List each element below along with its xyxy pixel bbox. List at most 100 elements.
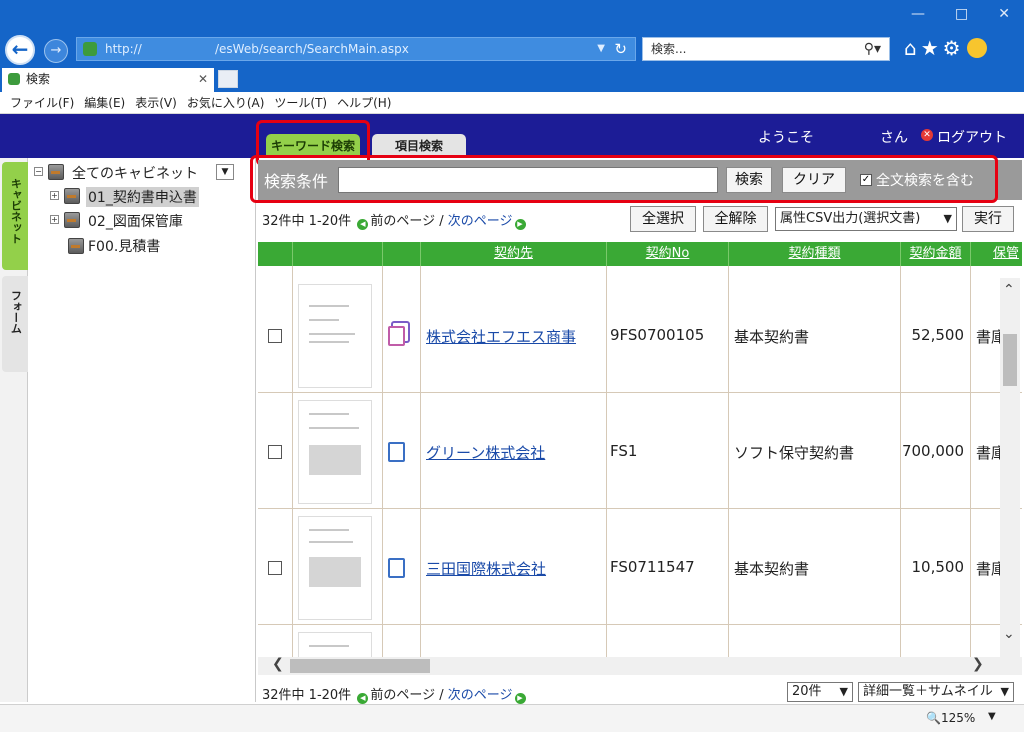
tree-item-estimates[interactable]: F00.見積書 bbox=[88, 236, 160, 256]
row-checkbox[interactable] bbox=[268, 561, 282, 575]
document-thumbnail[interactable] bbox=[298, 632, 372, 658]
menu-edit[interactable]: 編集(E) bbox=[84, 92, 125, 113]
refresh-icon[interactable]: ↻ bbox=[614, 38, 627, 60]
menu-file[interactable]: ファイル(F) bbox=[10, 92, 74, 113]
zoom-dropdown-icon[interactable]: ▼ bbox=[988, 711, 996, 722]
prev-page-icon[interactable]: ◀ bbox=[357, 219, 369, 230]
tree-item-drawings[interactable]: 02_図面保管庫 bbox=[88, 211, 183, 231]
document-thumbnail[interactable] bbox=[298, 284, 372, 388]
next-page-icon[interactable]: ▶ bbox=[514, 693, 526, 704]
tree-root-label[interactable]: 全てのキャビネット bbox=[72, 163, 198, 183]
close-window-icon[interactable]: ✕ bbox=[998, 6, 1010, 22]
browser-tabstrip: 検索 ✕ bbox=[0, 66, 1024, 92]
prev-page-link[interactable]: 前のページ bbox=[370, 214, 435, 229]
scroll-down-icon[interactable]: ⌄ bbox=[1003, 626, 1015, 642]
expand-icon[interactable]: + bbox=[50, 215, 59, 224]
tree-dropdown-icon[interactable]: ▼ bbox=[216, 164, 234, 180]
contract-type: 基本契約書 bbox=[734, 328, 810, 346]
partner-link[interactable]: 株式会社エフエス商事 bbox=[426, 326, 576, 347]
col-partner[interactable]: 契約先 bbox=[420, 242, 606, 266]
col-contract-type[interactable]: 契約種類 bbox=[728, 242, 900, 266]
scroll-up-icon[interactable]: ⌃ bbox=[1003, 282, 1015, 298]
browser-search-placeholder: 検索... bbox=[651, 42, 687, 56]
new-tab-button[interactable] bbox=[218, 70, 238, 88]
prev-page-icon[interactable]: ◀ bbox=[357, 693, 369, 704]
search-button[interactable]: 検索 bbox=[726, 167, 772, 193]
minimize-icon[interactable]: — bbox=[911, 6, 925, 22]
back-arrow-icon[interactable]: ← bbox=[5, 35, 35, 65]
browser-search-box[interactable]: 検索... ⚲▾ bbox=[642, 37, 890, 61]
col-contract-no[interactable]: 契約No bbox=[606, 242, 728, 266]
star-favorites-icon[interactable]: ★ bbox=[921, 36, 939, 60]
cabinet-icon bbox=[64, 188, 80, 204]
document-thumbnail[interactable] bbox=[298, 516, 372, 620]
tab-keyword-search[interactable]: キーワード検索 bbox=[266, 134, 360, 158]
address-dropdown-icon[interactable]: ▼ bbox=[597, 38, 605, 60]
fulltext-checkbox[interactable]: ✓ bbox=[860, 174, 872, 186]
contract-amount: 52,500 bbox=[911, 326, 965, 344]
partner-link[interactable]: グリーン株式会社 bbox=[426, 442, 545, 463]
view-mode-select[interactable]: 詳細一覧＋サムネイル ▼ bbox=[858, 682, 1014, 702]
logout-icon[interactable]: ✕ bbox=[921, 129, 933, 141]
multi-document-icon[interactable] bbox=[388, 326, 405, 346]
select-all-button[interactable]: 全選択 bbox=[630, 206, 696, 232]
clear-button[interactable]: クリア bbox=[782, 167, 846, 193]
vtab-cabinet-label: キャビネット bbox=[9, 178, 23, 244]
page-separator: / bbox=[439, 688, 444, 703]
logout-link[interactable]: ログアウト bbox=[937, 127, 1007, 147]
tab-item-search[interactable]: 項目検索 bbox=[372, 134, 466, 158]
browser-tab[interactable]: 検索 ✕ bbox=[2, 68, 214, 92]
page-size-select[interactable]: 20件 ▼ bbox=[787, 682, 853, 702]
vtab-form[interactable]: フォーム bbox=[2, 276, 28, 372]
view-mode-value: 詳細一覧＋サムネイル bbox=[863, 684, 993, 699]
expand-icon[interactable]: + bbox=[50, 191, 59, 200]
table-row[interactable]: 株式会社エフエス商事 9FS0700105 基本契約書 52,500 書庫 bbox=[258, 278, 1022, 393]
sidebar-vertical-tabs: キャビネット フォーム bbox=[0, 158, 28, 702]
vertical-scroll-thumb[interactable] bbox=[1003, 334, 1017, 386]
close-tab-icon[interactable]: ✕ bbox=[198, 68, 208, 90]
browser-toolbar-icons: ⌂ ★ ⚙ bbox=[904, 36, 987, 60]
table-row[interactable]: グリーン株式会社 FS1 ソフト保守契約書 700,000 書庫 bbox=[258, 394, 1022, 509]
zoom-level[interactable]: 🔍125% bbox=[926, 711, 975, 725]
thumb-line bbox=[309, 645, 349, 647]
run-button[interactable]: 実行 bbox=[962, 206, 1014, 232]
next-page-link[interactable]: 次のページ bbox=[448, 214, 513, 229]
gear-icon[interactable]: ⚙ bbox=[943, 36, 961, 60]
keyword-input[interactable] bbox=[338, 167, 718, 193]
forward-arrow-icon[interactable]: → bbox=[44, 39, 68, 63]
row-checkbox[interactable] bbox=[268, 445, 282, 459]
menu-favorites[interactable]: お気に入り(A) bbox=[187, 92, 265, 113]
scroll-left-icon[interactable]: ❮ bbox=[272, 656, 284, 672]
prev-page-link[interactable]: 前のページ bbox=[370, 688, 435, 703]
home-icon[interactable]: ⌂ bbox=[904, 36, 917, 60]
next-page-link[interactable]: 次のページ bbox=[448, 688, 513, 703]
document-thumbnail[interactable] bbox=[298, 400, 372, 504]
partner-link[interactable]: 三田国際株式会社 bbox=[426, 558, 546, 579]
vtab-cabinet[interactable]: キャビネット bbox=[2, 162, 28, 270]
deselect-all-button[interactable]: 全解除 bbox=[703, 206, 768, 232]
address-bar[interactable]: http:// /esWeb/search/SearchMain.aspx ▼ … bbox=[76, 37, 636, 61]
menu-view[interactable]: 表示(V) bbox=[135, 92, 177, 113]
table-row[interactable] bbox=[258, 626, 1022, 658]
row-checkbox[interactable] bbox=[268, 329, 282, 343]
col-icon bbox=[382, 242, 420, 266]
search-icon[interactable]: ⚲▾ bbox=[864, 38, 881, 60]
vtab-form-label: フォーム bbox=[9, 290, 23, 334]
horizontal-scroll-thumb[interactable] bbox=[290, 659, 430, 673]
col-amount[interactable]: 契約金額 bbox=[900, 242, 970, 266]
menu-help[interactable]: ヘルプ(H) bbox=[337, 92, 391, 113]
menu-tools[interactable]: ツール(T) bbox=[274, 92, 327, 113]
collapse-icon[interactable]: − bbox=[34, 167, 43, 176]
csv-export-select[interactable]: 属性CSV出力(選択文書) ▼ bbox=[775, 207, 957, 231]
url-prefix: http:// bbox=[105, 42, 142, 56]
contract-type: ソフト保守契約書 bbox=[734, 444, 855, 462]
next-page-icon[interactable]: ▶ bbox=[514, 219, 526, 230]
maximize-icon[interactable]: □ bbox=[955, 6, 968, 22]
scroll-right-icon[interactable]: ❯ bbox=[972, 656, 984, 672]
tree-item-contracts[interactable]: 01_契約書申込書 bbox=[86, 187, 199, 207]
feedback-smiley-icon[interactable] bbox=[966, 38, 987, 58]
document-icon[interactable] bbox=[388, 558, 405, 578]
document-icon[interactable] bbox=[388, 442, 405, 462]
table-row[interactable]: 三田国際株式会社 FS0711547 基本契約書 10,500 書庫 bbox=[258, 510, 1022, 625]
col-storage[interactable]: 保管 bbox=[970, 242, 1022, 266]
